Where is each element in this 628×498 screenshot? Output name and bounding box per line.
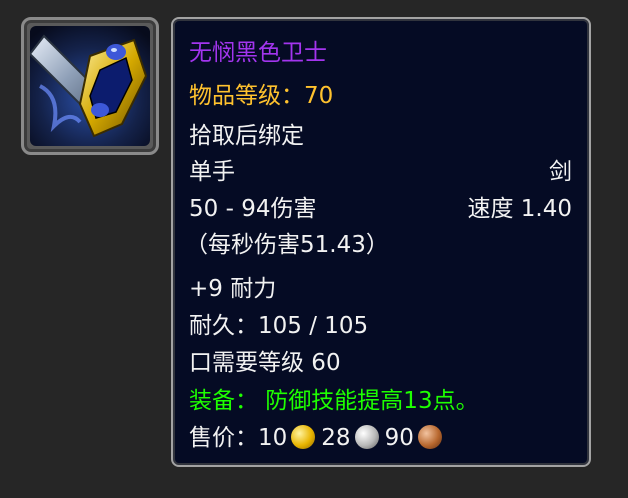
item-icon-frame[interactable] <box>21 17 159 155</box>
damage-row: 50 - 94伤害 速度 1.40 <box>189 191 572 227</box>
equip-effect: 装备： 防御技能提高13点。 <box>189 388 479 414</box>
item-level: 物品等级：70 <box>189 83 334 109</box>
gold-coin-icon <box>291 425 316 449</box>
slot-row: 单手 剑 <box>189 154 572 190</box>
item-speed: 速度 1.40 <box>467 196 572 222</box>
sword-icon <box>30 26 150 146</box>
sell-gold: 10 <box>258 425 288 451</box>
item-dps: （每秒伤害51.43） <box>185 232 389 258</box>
silver-coin-icon <box>354 425 379 449</box>
bind-type: 拾取后绑定 <box>189 123 304 149</box>
copper-coin-icon <box>417 425 442 449</box>
item-tooltip: 无悯黑色卫士 物品等级：70 拾取后绑定 单手 剑 50 - 94伤害 速度 1… <box>171 17 591 467</box>
item-damage: 50 - 94伤害 <box>189 196 317 222</box>
item-name: 无悯黑色卫士 <box>189 40 327 66</box>
item-stat: +9 耐力 <box>189 276 277 302</box>
sell-price: 售价：10 28 90 <box>189 420 572 456</box>
item-slot: 单手 <box>189 159 235 185</box>
sell-copper: 90 <box>384 425 414 451</box>
item-requirement: 口需要等级 60 <box>189 350 341 376</box>
sell-label: 售价： <box>189 425 258 451</box>
item-type: 剑 <box>549 159 572 185</box>
sell-silver: 28 <box>321 425 351 451</box>
item-durability: 耐久：105 / 105 <box>189 313 369 339</box>
